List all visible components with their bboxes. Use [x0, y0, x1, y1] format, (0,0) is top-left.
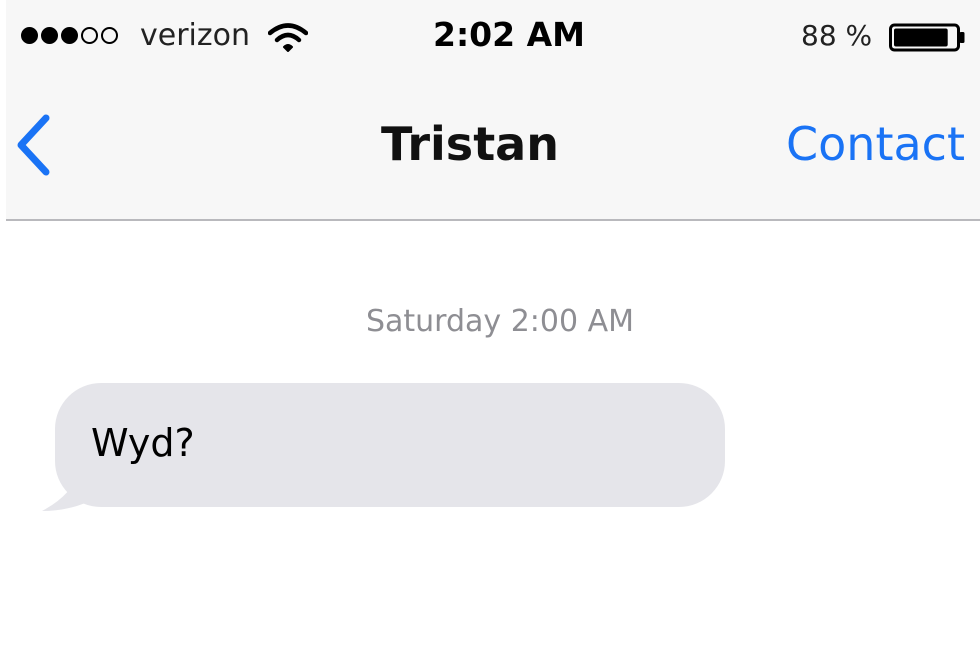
message-timestamp: Saturday 2:00 AM: [365, 304, 635, 339]
message-text: Wyd?: [91, 421, 195, 465]
messages-screen: verizon 2:02 AM 88 % Tristan Contact Sat…: [0, 0, 980, 672]
battery-percentage: 88 %: [801, 19, 873, 52]
battery-fill: [894, 28, 948, 47]
battery-icon: [889, 23, 965, 52]
contact-button[interactable]: Contact: [786, 114, 965, 174]
navigation-bar: Tristan Contact: [6, 72, 980, 219]
header: verizon 2:02 AM 88 % Tristan Contact: [6, 0, 980, 221]
status-bar: verizon 2:02 AM 88 %: [6, 0, 980, 72]
incoming-message[interactable]: Wyd?: [38, 383, 728, 513]
